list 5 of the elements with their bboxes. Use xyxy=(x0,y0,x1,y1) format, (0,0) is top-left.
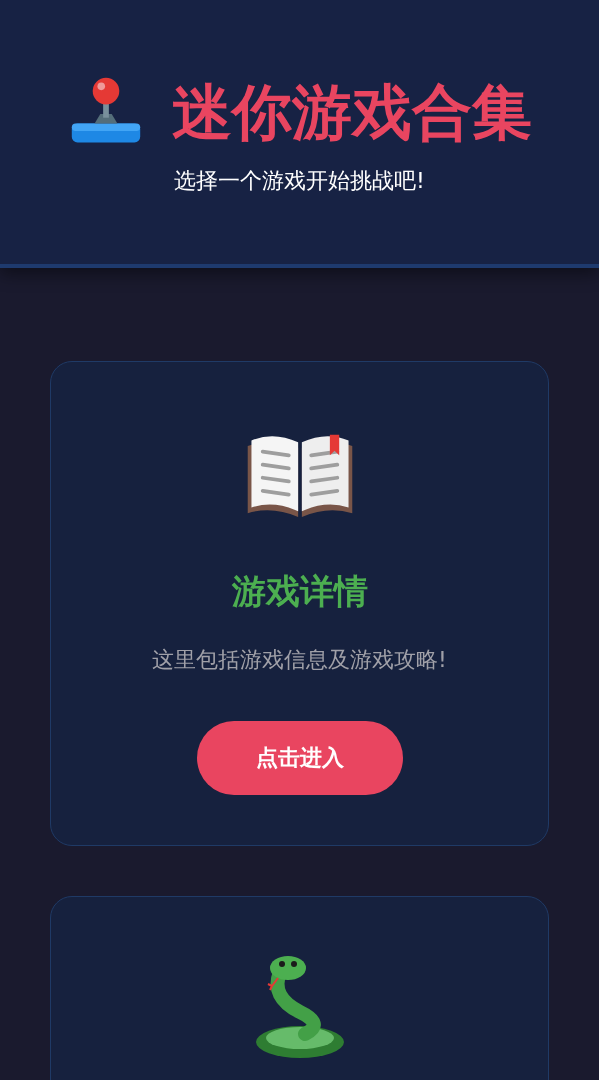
app-subtitle: 选择一个游戏开始挑战吧! xyxy=(173,167,426,195)
enter-button[interactable]: 点击进入 xyxy=(196,721,403,795)
card-description: 这里包括游戏信息及游戏攻略! xyxy=(152,646,447,674)
app-title: 迷你游戏合集 xyxy=(171,76,532,149)
card-title: 游戏详情 xyxy=(231,570,368,613)
